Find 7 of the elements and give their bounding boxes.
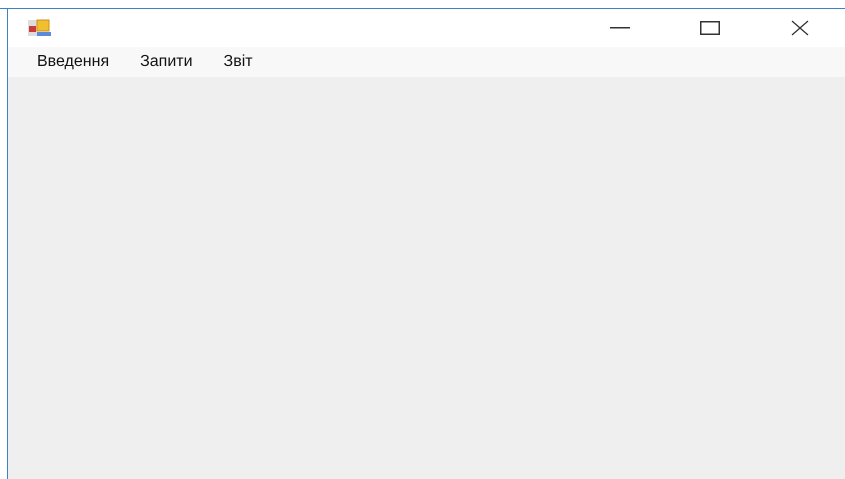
- menu-item[interactable]: Звіт: [214, 50, 262, 74]
- app-icon: [27, 19, 54, 37]
- close-icon: [791, 20, 809, 36]
- menu-item[interactable]: Запити: [131, 50, 202, 74]
- minimize-icon: [610, 27, 630, 29]
- maximize-icon: [700, 21, 720, 35]
- menu-item[interactable]: Введення: [28, 50, 118, 74]
